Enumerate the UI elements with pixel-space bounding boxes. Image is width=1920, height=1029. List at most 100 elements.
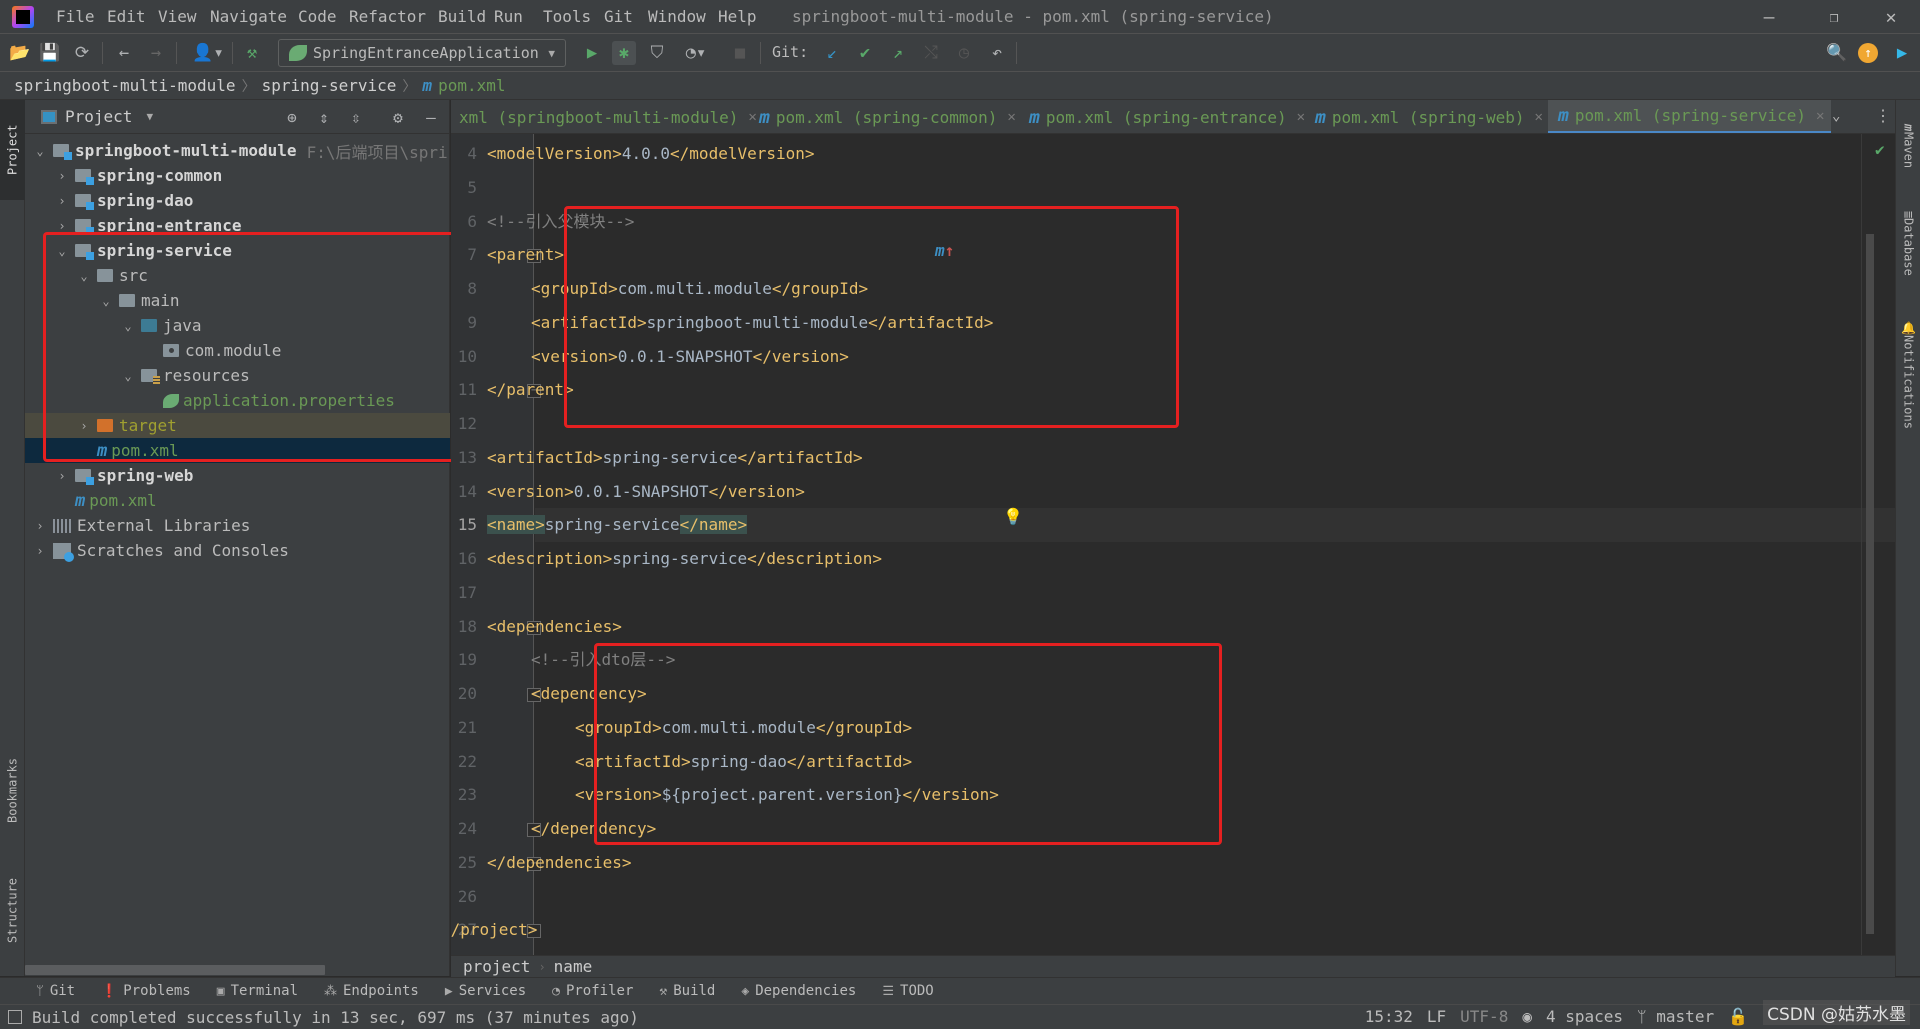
- chevron-right-icon[interactable]: ›: [55, 169, 69, 183]
- chevron-down-icon[interactable]: ⌄: [99, 294, 113, 308]
- tree-item[interactable]: com.module: [25, 338, 450, 363]
- tool-window-profiler[interactable]: ◔ Profiler: [552, 983, 633, 999]
- file-encoding[interactable]: UTF-8: [1460, 1007, 1508, 1026]
- editor-tab[interactable]: m pom.xml (spring-common) ✕: [759, 100, 1016, 133]
- tool-window-build[interactable]: ⚒ Build: [659, 983, 715, 999]
- tree-item[interactable]: ⌄ springboot-multi-module F:\后端项目\spri: [25, 138, 450, 163]
- tree-item[interactable]: › spring-web: [25, 463, 450, 488]
- chevron-down-icon[interactable]: ⌄: [33, 144, 47, 158]
- locate-icon[interactable]: ⊕: [281, 106, 303, 128]
- editor-tab[interactable]: xml (springboot-multi-module) ✕: [459, 100, 757, 133]
- tool-window-problems[interactable]: ❗ Problems: [101, 983, 191, 999]
- sync-icon[interactable]: ⟳: [70, 41, 94, 65]
- forward-icon[interactable]: →: [144, 41, 168, 65]
- menu-window[interactable]: Window: [648, 7, 706, 26]
- chevron-down-icon[interactable]: ▼: [146, 110, 153, 123]
- chevron-right-icon[interactable]: ›: [33, 519, 47, 533]
- tree-item[interactable]: ⌄ spring-service: [25, 238, 450, 263]
- breadcrumb-tag-project[interactable]: project: [463, 957, 530, 976]
- intellij-logo-icon[interactable]: [12, 6, 34, 28]
- vertical-scrollbar[interactable]: [1866, 234, 1874, 934]
- tool-window-terminal[interactable]: ▣ Terminal: [217, 983, 298, 999]
- menu-help[interactable]: Help: [718, 7, 757, 26]
- git-commit-icon[interactable]: ✔: [853, 41, 877, 65]
- tree-item[interactable]: m pom.xml: [25, 488, 450, 513]
- close-tab-icon[interactable]: ✕: [1007, 109, 1015, 125]
- code-editor[interactable]: 4 5 6 7 8 9 10 11 12 13 14 15 16 17 18 19 20 21 22 23 24 25 26…: [451, 134, 1895, 955]
- breadcrumb-file[interactable]: pom.xml: [438, 76, 505, 95]
- caret-position[interactable]: 15:32: [1365, 1007, 1413, 1026]
- git-history-icon[interactable]: ◷: [952, 41, 976, 65]
- chevron-down-icon[interactable]: ⌄: [121, 369, 135, 383]
- menu-tools[interactable]: Tools: [543, 7, 591, 26]
- menu-file[interactable]: File: [56, 7, 95, 26]
- profile-icon[interactable]: ◔▾: [678, 41, 714, 65]
- horizontal-scrollbar[interactable]: [25, 965, 325, 975]
- menu-code[interactable]: Code: [298, 7, 337, 26]
- chevron-right-icon[interactable]: ›: [55, 469, 69, 483]
- chevron-down-icon[interactable]: ⌄: [121, 319, 135, 333]
- menu-run[interactable]: Run: [494, 7, 523, 26]
- tool-window-git[interactable]: ᛘ Git: [36, 983, 75, 999]
- menu-git[interactable]: Git: [604, 7, 633, 26]
- save-icon[interactable]: 💾: [38, 41, 62, 65]
- editor-tab[interactable]: m pom.xml (spring-web) ✕: [1315, 100, 1543, 133]
- tree-item[interactable]: ⌄ resources: [25, 363, 450, 388]
- chevron-right-icon[interactable]: ›: [55, 219, 69, 233]
- breadcrumb-project[interactable]: springboot-multi-module: [14, 76, 236, 95]
- tree-item[interactable]: ⌄ main: [25, 288, 450, 313]
- indent-setting[interactable]: 4 spaces: [1546, 1007, 1623, 1026]
- restore-button[interactable]: ❐: [1805, 0, 1863, 34]
- menu-navigate[interactable]: Navigate: [210, 7, 287, 26]
- tool-tab-database[interactable]: ≣ Database: [1896, 196, 1920, 291]
- open-icon[interactable]: 📂: [8, 41, 32, 65]
- close-tab-icon[interactable]: ✕: [1535, 109, 1543, 125]
- expand-all-icon[interactable]: ⇕: [313, 106, 335, 128]
- toggle-tool-windows-icon[interactable]: [8, 1010, 22, 1024]
- tool-tab-structure[interactable]: Structure: [0, 860, 25, 960]
- git-push-icon[interactable]: ↗: [886, 41, 910, 65]
- minimize-button[interactable]: —: [1740, 0, 1798, 34]
- tree-item[interactable]: › spring-common: [25, 163, 450, 188]
- tool-window-endpoints[interactable]: ⁂ Endpoints: [324, 983, 419, 999]
- maven-parent-gutter-icon[interactable]: m↑: [935, 241, 954, 260]
- tree-item[interactable]: › External Libraries: [25, 513, 450, 538]
- tree-item[interactable]: › spring-dao: [25, 188, 450, 213]
- close-tab-icon[interactable]: ✕: [748, 109, 756, 125]
- gear-icon[interactable]: ⚙: [387, 106, 409, 128]
- collapse-all-icon[interactable]: ⇳: [345, 106, 367, 128]
- chevron-right-icon[interactable]: ›: [77, 419, 91, 433]
- tree-item[interactable]: ⌄ java: [25, 313, 450, 338]
- no-problems-check-icon[interactable]: ✔: [1875, 140, 1885, 159]
- menu-view[interactable]: View: [158, 7, 197, 26]
- menu-build[interactable]: Build: [438, 7, 486, 26]
- search-icon[interactable]: 🔍: [1825, 41, 1849, 65]
- tree-item[interactable]: m pom.xml: [25, 438, 450, 463]
- git-merge-icon[interactable]: ⤭: [919, 41, 943, 65]
- eye-icon[interactable]: ◉: [1522, 1007, 1532, 1026]
- tree-item[interactable]: › spring-entrance: [25, 213, 450, 238]
- git-rollback-icon[interactable]: ↶: [985, 41, 1009, 65]
- editor-tab[interactable]: m pom.xml (spring-entrance) ✕: [1029, 100, 1305, 133]
- chevron-down-icon[interactable]: ⌄: [55, 244, 69, 258]
- git-update-icon[interactable]: ↙: [820, 41, 844, 65]
- stop-icon[interactable]: ■: [728, 41, 752, 65]
- tool-window-dependencies[interactable]: ◈ Dependencies: [741, 983, 856, 999]
- update-icon[interactable]: ↑: [1858, 43, 1878, 63]
- tab-list-chevron-icon[interactable]: ⌄: [1832, 108, 1840, 124]
- hide-icon[interactable]: —: [420, 106, 442, 128]
- tool-window-services[interactable]: ▶ Services: [445, 983, 526, 999]
- build-hammer-icon[interactable]: ⚒: [240, 41, 264, 65]
- vcs-user-icon[interactable]: 👤▾: [190, 41, 226, 65]
- debug-icon[interactable]: ✱: [612, 41, 636, 65]
- lock-icon[interactable]: 🔓: [1728, 1007, 1748, 1026]
- menu-refactor[interactable]: Refactor: [349, 7, 426, 26]
- tree-item[interactable]: ⌄ src: [25, 263, 450, 288]
- lightbulb-icon[interactable]: 💡: [1003, 507, 1023, 526]
- menu-edit[interactable]: Edit: [107, 7, 146, 26]
- editor-tab-active[interactable]: m pom.xml (spring-service) ✕: [1548, 100, 1831, 133]
- toolbox-icon[interactable]: ▶: [1890, 41, 1914, 65]
- close-tab-icon[interactable]: ✕: [1816, 108, 1824, 124]
- back-icon[interactable]: ←: [112, 41, 136, 65]
- tool-tab-notifications[interactable]: 🔔 Notifications: [1896, 310, 1920, 440]
